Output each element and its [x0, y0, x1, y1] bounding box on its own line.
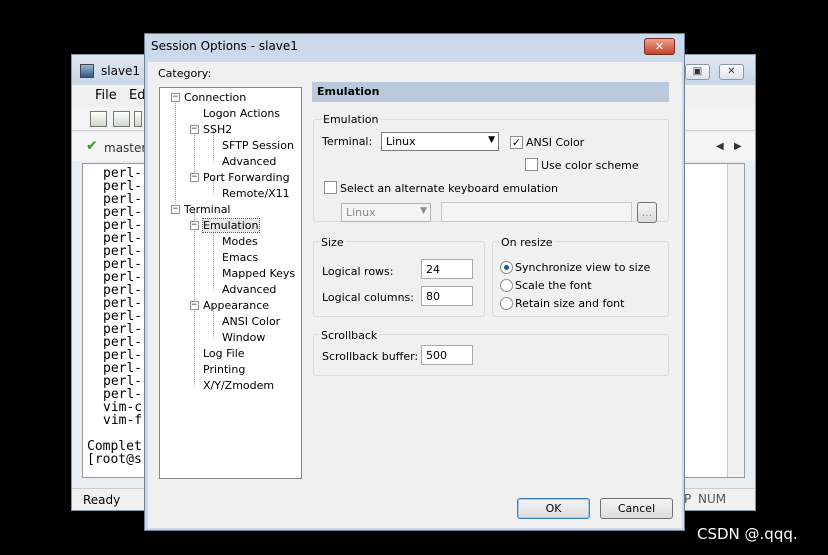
tree-item-xyzmodem[interactable]: X/Y/Zmodem — [203, 379, 274, 393]
tree-item-emulation-advanced[interactable]: Advanced — [222, 283, 276, 297]
browse-button[interactable]: ... — [637, 202, 657, 223]
tree-item-emulation[interactable]: Emulation — [202, 218, 260, 233]
tab-right-arrow-icon[interactable]: ▶ — [734, 141, 742, 152]
tree-connector — [213, 226, 214, 290]
collapse-icon[interactable]: − — [171, 93, 180, 102]
close-icon[interactable]: ✕ — [719, 64, 744, 80]
tree-item-modes[interactable]: Modes — [222, 235, 258, 249]
close-icon[interactable]: ✕ — [644, 38, 675, 55]
session-tab[interactable]: master — [104, 141, 146, 155]
rows-input[interactable]: 24 — [421, 259, 473, 279]
emulation-group-label: Emulation — [321, 113, 381, 126]
use-color-scheme-checkbox[interactable] — [525, 158, 538, 171]
scrollback-buffer-input[interactable]: 500 — [421, 345, 473, 365]
tree-connector — [194, 130, 195, 178]
tree-item-terminal[interactable]: Terminal — [184, 203, 231, 217]
tree-connector — [194, 210, 195, 386]
collapse-icon[interactable]: − — [171, 205, 180, 214]
chevron-down-icon: ▼ — [488, 135, 495, 145]
alt-keyboard-path-input[interactable] — [441, 202, 632, 222]
tree-item-sftp-session[interactable]: SFTP Session — [222, 139, 294, 153]
collapse-icon[interactable]: − — [190, 221, 199, 230]
terminal-select[interactable]: Linux ▼ — [381, 132, 499, 151]
alt-keyboard-select[interactable]: Linux ▼ — [341, 203, 431, 222]
collapse-icon[interactable]: − — [190, 173, 199, 182]
scrollback-group-label: Scrollback — [319, 329, 380, 342]
tree-item-mapped-keys[interactable]: Mapped Keys — [222, 267, 295, 281]
on-resize-group-label: On resize — [499, 236, 555, 249]
ok-button[interactable]: OK — [517, 498, 590, 519]
dialog-title: Session Options - slave1 — [151, 39, 298, 53]
ansi-color-checkbox[interactable]: ✓ — [510, 136, 523, 149]
tree-item-ansi-color[interactable]: ANSI Color — [222, 315, 280, 329]
watermark: CSDN @.qqq. — [697, 525, 798, 543]
tree-item-ssh2-advanced[interactable]: Advanced — [222, 155, 276, 169]
scale-font-radio[interactable] — [500, 279, 513, 292]
size-group-label: Size — [319, 236, 346, 249]
restore-icon[interactable]: ▣ — [685, 64, 710, 80]
cancel-button[interactable]: Cancel — [600, 498, 673, 519]
terminal-label: Terminal: — [322, 135, 373, 148]
tree-item-appearance[interactable]: Appearance — [203, 299, 269, 313]
background-window-title: slave1 - — [101, 64, 149, 78]
scrollback-buffer-label: Scrollback buffer: — [322, 350, 419, 363]
cols-label: Logical columns: — [322, 291, 414, 304]
status-cell: P — [684, 492, 692, 506]
rows-label: Logical rows: — [322, 265, 394, 278]
sync-view-radio[interactable] — [500, 261, 513, 274]
terminal-line: vim-f — [103, 413, 143, 428]
scale-font-label: Scale the font — [515, 279, 592, 292]
category-tree[interactable]: − Connection Logon Actions − SSH2 SFTP S… — [159, 87, 302, 479]
tree-item-printing[interactable]: Printing — [203, 363, 245, 377]
collapse-icon[interactable]: − — [190, 301, 199, 310]
tab-left-arrow-icon[interactable]: ◀ — [716, 141, 724, 152]
menu-file[interactable]: File — [95, 88, 117, 103]
tree-item-log-file[interactable]: Log File — [203, 347, 245, 361]
retain-size-radio[interactable] — [500, 297, 513, 310]
cols-input[interactable]: 80 — [421, 286, 473, 306]
tree-item-ssh2[interactable]: SSH2 — [203, 123, 232, 137]
use-color-scheme-label: Use color scheme — [541, 159, 639, 172]
tree-item-logon-actions[interactable]: Logon Actions — [203, 107, 280, 121]
retain-size-label: Retain size and font — [515, 297, 625, 310]
tree-item-window[interactable]: Window — [222, 331, 265, 345]
section-header: Emulation — [312, 82, 669, 102]
category-label: Category: — [158, 67, 212, 80]
alt-keyboard-checkbox[interactable] — [324, 181, 337, 194]
tree-connector — [175, 98, 176, 210]
chevron-down-icon: ▼ — [420, 206, 427, 216]
tree-item-connection[interactable]: Connection — [184, 91, 246, 105]
status-text: Ready — [83, 493, 121, 507]
connect-icon[interactable] — [90, 111, 107, 127]
quick-connect-icon[interactable] — [113, 111, 130, 127]
toolbar-icon[interactable] — [134, 111, 142, 127]
dialog-body: Category: − Connection Logon Actions − S… — [148, 62, 682, 528]
menu-edit[interactable]: Ed — [129, 88, 145, 103]
sync-view-label: Synchronize view to size — [515, 261, 651, 274]
ansi-color-label: ANSI Color — [526, 136, 585, 149]
tree-item-emacs[interactable]: Emacs — [222, 251, 258, 265]
collapse-icon[interactable]: − — [190, 125, 199, 134]
alt-keyboard-label: Select an alternate keyboard emulation — [340, 182, 558, 195]
tree-item-remote-x11[interactable]: Remote/X11 — [222, 187, 290, 201]
terminal-prompt: [root@s — [87, 452, 142, 467]
app-icon — [80, 64, 94, 78]
status-num: NUM — [698, 492, 727, 506]
terminal-scrollbar[interactable] — [727, 164, 744, 477]
session-options-dialog: Session Options - slave1 ✕ Category: − C… — [144, 33, 685, 531]
tree-item-port-forwarding[interactable]: Port Forwarding — [203, 171, 290, 185]
connected-check-icon: ✔ — [86, 138, 98, 154]
